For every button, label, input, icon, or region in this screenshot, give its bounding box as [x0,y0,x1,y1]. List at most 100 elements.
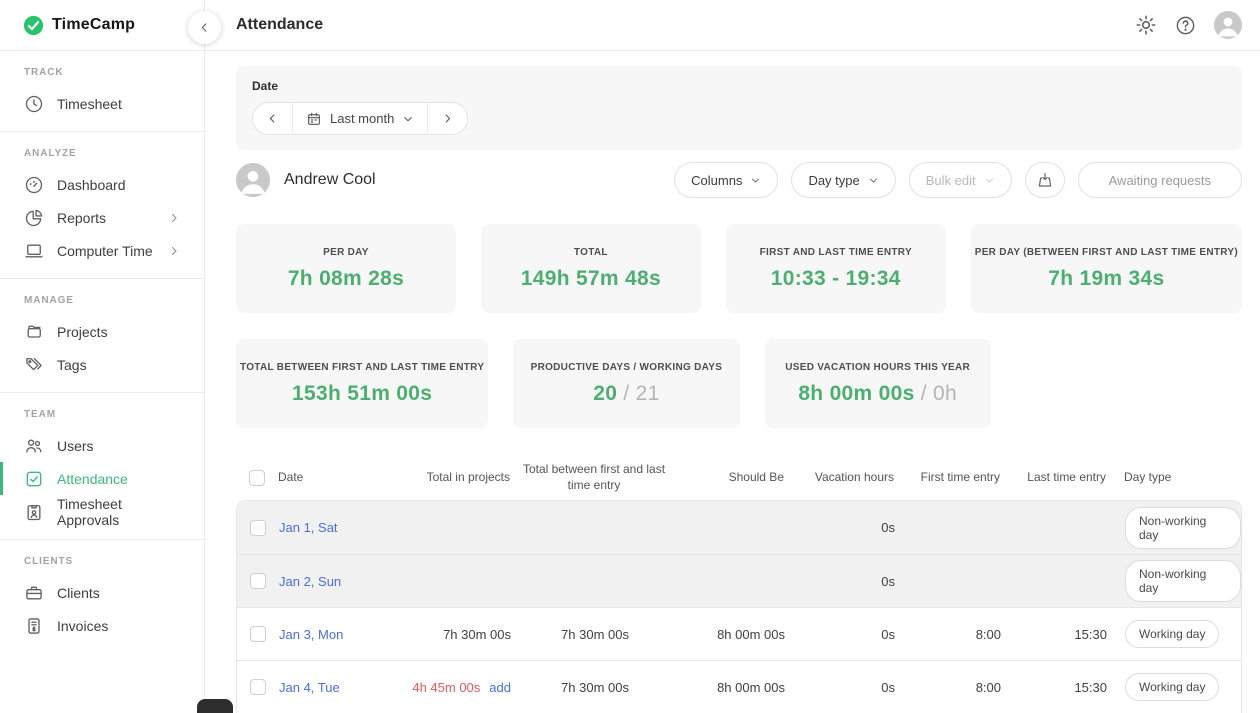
dashboard-icon [24,175,44,195]
col-header-total-in-projects: Total in projects [390,470,510,486]
next-period-button[interactable] [427,103,467,134]
chevron-right-icon [441,112,454,125]
stat-card-per-day-between: PER DAY (BETWEEN FIRST AND LAST TIME ENT… [971,224,1242,313]
awaiting-requests-button[interactable]: Awaiting requests [1078,162,1242,198]
day-type-badge[interactable]: Working day [1125,620,1219,648]
stat-value: 149h 57m 48s [521,267,661,291]
chevron-right-icon [168,212,180,224]
day-type-badge[interactable]: Non-working day [1125,560,1241,602]
help-icon[interactable] [1175,15,1196,36]
row-checkbox[interactable] [250,520,266,536]
folder-icon [24,322,44,342]
col-header-first-time-entry: First time entry [894,470,1000,486]
row-checkbox[interactable] [250,573,266,589]
stat-value: 153h 51m 00s [292,382,432,406]
col-header-last-time-entry: Last time entry [1000,470,1106,486]
download-tray-icon [1036,171,1054,189]
sidebar-item-label: Invoices [57,618,108,634]
stat-card-productive-days: PRODUCTIVE DAYS / WORKING DAYS 20 / 21 [513,339,739,428]
export-button[interactable] [1025,162,1065,198]
sidebar-item-computer-time[interactable]: Computer Time [0,234,204,267]
col-header-date: Date [278,470,390,486]
sidebar-section-manage: MANAGE Projects Tags [0,279,204,393]
row-checkbox[interactable] [250,626,266,642]
table-row: Jan 2, Sun 0s Non-working day [237,554,1241,607]
bulk-edit-dropdown[interactable]: Bulk edit [909,162,1012,198]
col-header-should-be: Should Be [678,470,784,486]
cell-vacation-hours: 0s [785,520,895,535]
section-label-manage: MANAGE [0,295,204,306]
day-type-badge[interactable]: Non-working day [1125,507,1241,549]
cell-total-between: 7h 30m 00s [511,627,679,642]
day-type-badge[interactable]: Working day [1125,673,1219,701]
col-header-day-type: Day type [1106,470,1242,486]
row-checkbox[interactable] [250,679,266,695]
col-header-total-between: Total between first and last time entry [510,462,678,493]
section-label-team: TEAM [0,409,204,420]
employee-name: Andrew Cool [284,171,376,189]
day-type-label: Day type [808,173,859,188]
pie-chart-icon [24,208,44,228]
sidebar-item-label: Clients [57,585,100,601]
sidebar-item-label: Timesheet Approvals [57,496,180,528]
columns-dropdown[interactable]: Columns [674,162,778,198]
chevron-down-icon [750,175,761,186]
sidebar-item-timesheet-approvals[interactable]: Timesheet Approvals [0,495,204,528]
prev-period-button[interactable] [253,103,292,134]
stats-row-2: TOTAL BETWEEN FIRST AND LAST TIME ENTRY … [236,339,1242,428]
date-link[interactable]: Jan 3, Mon [279,627,343,642]
sidebar-collapse-button[interactable] [188,11,221,44]
date-link[interactable]: Jan 4, Tue [279,680,340,695]
clipboard-person-icon [24,502,44,522]
bottom-left-widget[interactable] [197,699,233,713]
date-range-value: Last month [330,111,394,126]
main-area: Attendance Date Last month [205,0,1260,713]
sidebar-item-attendance[interactable]: Attendance [0,462,204,495]
user-avatar[interactable] [1214,11,1242,39]
add-time-link[interactable]: add [489,680,511,695]
chevron-right-icon [168,245,180,257]
stat-card-total-between: TOTAL BETWEEN FIRST AND LAST TIME ENTRY … [236,339,488,428]
sidebar-section-clients: CLIENTS Clients Invoices [0,540,204,653]
invoice-icon [24,616,44,636]
section-label-track: TRACK [0,67,204,78]
sidebar-item-timesheet[interactable]: Timesheet [0,87,204,120]
attendance-table-body: Jan 1, Sat 0s Non-working day Jan 2, Sun… [236,500,1242,713]
stat-value: 7h 19m 34s [1048,267,1164,291]
sidebar-item-label: Reports [57,210,155,226]
stat-card-used-vacation: USED VACATION HOURS THIS YEAR 8h 00m 00s… [765,339,991,428]
section-label-analyze: ANALYZE [0,148,204,159]
date-link[interactable]: Jan 1, Sat [279,520,338,535]
select-all-checkbox[interactable] [249,470,265,486]
sidebar-item-dashboard[interactable]: Dashboard [0,168,204,201]
sidebar-item-projects[interactable]: Projects [0,315,204,348]
date-range-control: Last month [252,102,468,135]
date-link[interactable]: Jan 2, Sun [279,574,341,589]
cell-total-in-projects-alert: 4h 45m 00s [412,680,480,695]
stat-label: TOTAL [574,247,608,258]
col-header-vacation-hours: Vacation hours [784,470,894,486]
stat-card-per-day: PER DAY 7h 08m 28s [236,224,456,313]
cell-last-time-entry: 15:30 [1001,680,1107,695]
sidebar-item-invoices[interactable]: Invoices [0,609,204,642]
sidebar-item-users[interactable]: Users [0,429,204,462]
sidebar-item-clients[interactable]: Clients [0,576,204,609]
sidebar-header: TimeCamp [0,0,204,51]
stat-label: USED VACATION HOURS THIS YEAR [785,362,970,373]
user-toolbar-row: Andrew Cool Columns Day type Bulk edit [236,162,1242,198]
sidebar-item-tags[interactable]: Tags [0,348,204,381]
sidebar-item-label: Dashboard [57,177,180,193]
gear-icon[interactable] [1135,14,1157,36]
date-range-selector[interactable]: Last month [292,103,427,134]
cell-last-time-entry: 15:30 [1001,627,1107,642]
sidebar-item-label: Projects [57,324,108,340]
tag-icon [24,355,44,375]
sidebar: TimeCamp TRACK Timesheet ANALYZE Dashboa… [0,0,205,713]
columns-label: Columns [691,173,742,188]
stat-value: 20 / 21 [593,382,659,406]
day-type-dropdown[interactable]: Day type [791,162,895,198]
topbar: Attendance [205,0,1260,51]
stat-label: PRODUCTIVE DAYS / WORKING DAYS [531,362,723,373]
stat-label: PER DAY [323,247,369,258]
sidebar-item-reports[interactable]: Reports [0,201,204,234]
